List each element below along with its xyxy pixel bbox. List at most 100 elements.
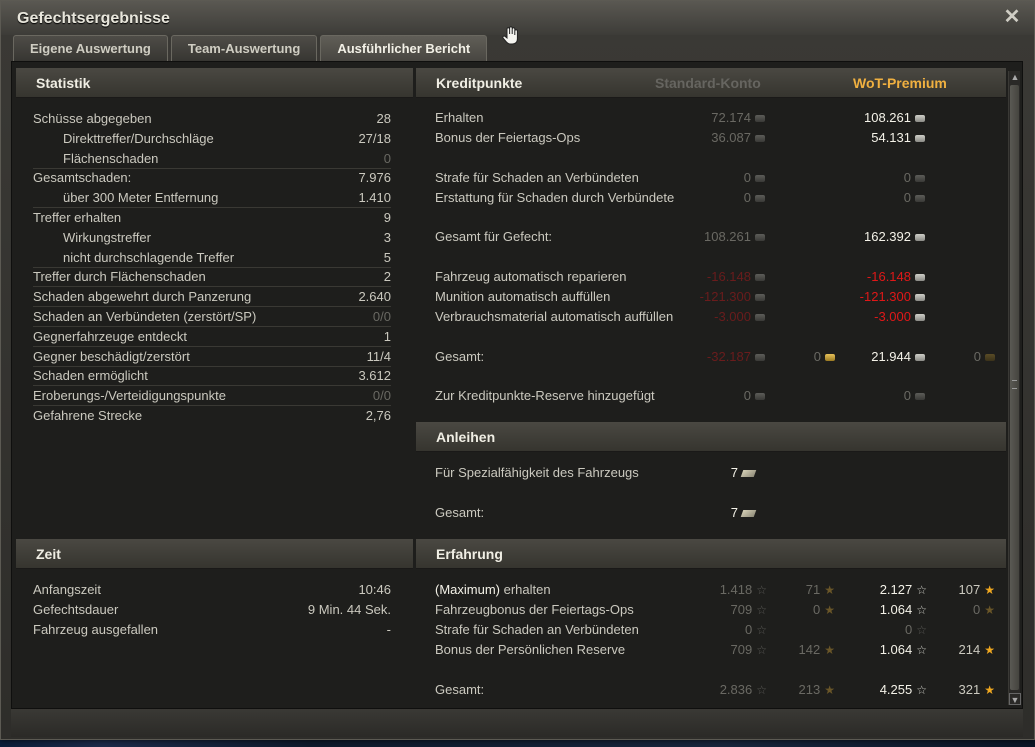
premium-xp-value: 2.127 ☆ bbox=[880, 582, 927, 597]
zeit-row: Gefechtsdauer 9 Min. 44 Sek. bbox=[33, 602, 391, 620]
anleihen-label: Gesamt: bbox=[435, 505, 485, 520]
kredit-label: Munition automatisch auffüllen bbox=[435, 289, 611, 304]
standard-free-xp-value: 0 ★ bbox=[813, 602, 835, 617]
stat-row: Wirkungstreffer 3 bbox=[33, 230, 391, 248]
erfahrung-label: Strafe für Schaden an Verbündeten bbox=[435, 622, 639, 637]
standard-value: 108.261 bbox=[704, 229, 765, 244]
stat-value: 5 bbox=[383, 249, 391, 265]
gold-coin-icon bbox=[985, 354, 995, 362]
standard-gold-value: 0 bbox=[814, 349, 835, 364]
row-divider bbox=[33, 385, 391, 387]
stat-row: Treffer durch Flächenschaden 2 bbox=[33, 269, 391, 287]
erfahrung-row: Bonus der Persönlichen Reserve 709 ☆ 142 ★ 1.… bbox=[435, 642, 1000, 660]
tab-ausfuehrlicher-bericht[interactable]: Ausführlicher Bericht bbox=[320, 35, 488, 61]
erfahrung-row: Strafe für Schaden an Verbündeten 0 ☆ 0 ☆ bbox=[435, 622, 1000, 640]
statistik-title: Statistik bbox=[36, 75, 91, 91]
stat-row: Schüsse abgegeben 28 bbox=[33, 111, 391, 129]
premium-free-xp-value: 107 ★ bbox=[959, 582, 995, 597]
tab-eigene-auswertung[interactable]: Eigene Auswertung bbox=[13, 35, 168, 61]
standard-free-xp-value: 213 ★ bbox=[799, 682, 835, 697]
credit-coin-icon bbox=[755, 195, 765, 203]
battle-results-window: Gefechtsergebnisse ✕ Eigene Auswertung T… bbox=[0, 0, 1035, 740]
premium-xp-value: 4.255 ☆ bbox=[880, 682, 927, 697]
stat-label: Treffer durch Flächenschaden bbox=[33, 269, 206, 285]
premium-free-xp-value: 0 ★ bbox=[973, 602, 995, 617]
stat-row: Schaden ermöglicht 3.612 bbox=[33, 368, 391, 386]
standard-xp-amount: 709 bbox=[730, 642, 753, 657]
zeit-panel: Zeit Anfangszeit 10:46 Gefechtsdauer 9 Min.… bbox=[16, 539, 413, 707]
tab-team-auswertung[interactable]: Team-Auswertung bbox=[170, 35, 318, 61]
kredit-row: Verbrauchsmaterial automatisch auffüllen… bbox=[435, 309, 1000, 327]
premium-amount: 21.944 bbox=[871, 349, 911, 364]
row-divider bbox=[33, 286, 391, 288]
anleihen-label: Für Spezialfähigkeit des Fahrzeugs bbox=[435, 465, 639, 480]
credit-coin-icon bbox=[755, 175, 765, 183]
scrollbar[interactable]: ▲ ▼ bbox=[1008, 71, 1021, 705]
erfahrung-label: Fahrzeugbonus der Feiertags-Ops bbox=[435, 602, 634, 617]
scrollbar-thumb[interactable] bbox=[1010, 85, 1019, 690]
credit-coin-icon bbox=[915, 135, 925, 143]
row-divider bbox=[33, 326, 391, 327]
premium-amount: -16.148 bbox=[866, 269, 911, 284]
premium-value: -3.000 bbox=[874, 309, 925, 324]
stat-label: Wirkungstreffer bbox=[63, 229, 151, 245]
credit-coin-icon bbox=[755, 135, 765, 143]
kreditpunkte-title: Kreditpunkte bbox=[436, 75, 523, 91]
row-divider bbox=[33, 345, 391, 347]
premium-xp-amount: 1.064 bbox=[879, 642, 913, 657]
kredit-row: Bonus der Feiertags-Ops 36.087 54.131 bbox=[435, 130, 1000, 148]
free-xp-star-icon: ★ bbox=[984, 603, 995, 617]
panel-header: Zeit bbox=[16, 539, 413, 569]
zeit-label: Anfangszeit bbox=[33, 582, 101, 597]
standard-value: 72.174 bbox=[711, 110, 765, 125]
credit-coin-icon bbox=[915, 274, 925, 282]
stat-value: 3.612 bbox=[358, 368, 391, 384]
standard-amount: 72.174 bbox=[711, 110, 751, 125]
premium-value: 54.131 bbox=[871, 130, 925, 145]
close-icon[interactable]: ✕ bbox=[1002, 7, 1022, 27]
anleihen-value: 7 bbox=[731, 465, 757, 480]
scroll-up-arrow-icon[interactable]: ▲ bbox=[1009, 71, 1021, 83]
erfahrung-label: Gesamt: bbox=[435, 682, 485, 697]
stat-label: Gegnerfahrzeuge entdeckt bbox=[33, 328, 187, 344]
standard-xp-amount: 709 bbox=[730, 602, 753, 617]
premium-free-xp-value: 321 ★ bbox=[959, 682, 995, 697]
credit-coin-icon bbox=[915, 314, 925, 322]
panel-header: Erfahrung bbox=[416, 539, 1006, 569]
zeit-label: Fahrzeug ausgefallen bbox=[33, 622, 159, 637]
stat-label: Flächenschaden bbox=[63, 150, 159, 166]
kredit-row: Gesamt für Gefecht: 108.261 162.392 bbox=[435, 229, 1000, 247]
stat-label: Direkttreffer/Durchschläge bbox=[63, 130, 214, 146]
credit-coin-icon bbox=[915, 234, 925, 242]
maximum-label: (Maximum) bbox=[435, 582, 500, 597]
free-xp-star-icon: ★ bbox=[824, 603, 835, 617]
stat-row: über 300 Meter Entfernung 1.410 bbox=[33, 190, 391, 208]
premium-amount: 162.392 bbox=[864, 229, 911, 244]
standard-amount: 36.087 bbox=[711, 130, 751, 145]
anleihen-amount: 7 bbox=[730, 505, 738, 520]
statistik-panel: Statistik Schüsse abgegeben 28 Direkttreff… bbox=[16, 68, 413, 534]
scroll-down-arrow-icon[interactable]: ▼ bbox=[1009, 693, 1021, 705]
standard-free-xp-amount: 213 bbox=[798, 682, 821, 697]
xp-star-icon: ☆ bbox=[916, 643, 927, 657]
standard-free-xp-value: 142 ★ bbox=[799, 642, 835, 657]
credit-coin-icon bbox=[755, 354, 765, 362]
row-divider bbox=[33, 266, 391, 268]
wot-premium-header: WoT-Premium bbox=[853, 75, 947, 91]
panel-header: Statistik bbox=[16, 68, 413, 98]
premium-amount: 108.261 bbox=[864, 110, 911, 125]
standard-xp-value: 1.418 ☆ bbox=[720, 582, 767, 597]
standard-xp-value: 2.836 ☆ bbox=[720, 682, 767, 697]
stat-label: Treffer erhalten bbox=[33, 210, 122, 225]
credit-coin-icon bbox=[755, 115, 765, 123]
stat-label: Schüsse abgegeben bbox=[33, 111, 152, 126]
xp-star-icon: ☆ bbox=[916, 683, 927, 697]
xp-star-icon: ☆ bbox=[916, 603, 927, 617]
row-divider bbox=[33, 207, 391, 209]
kredit-label: Strafe für Schaden an Verbündeten bbox=[435, 170, 639, 185]
stat-value: 7.976 bbox=[358, 170, 391, 186]
standard-xp-value: 0 ☆ bbox=[745, 622, 767, 637]
hand-cursor-icon bbox=[502, 26, 518, 45]
standard-gold-amount: 0 bbox=[813, 349, 821, 364]
credit-coin-icon bbox=[755, 274, 765, 282]
